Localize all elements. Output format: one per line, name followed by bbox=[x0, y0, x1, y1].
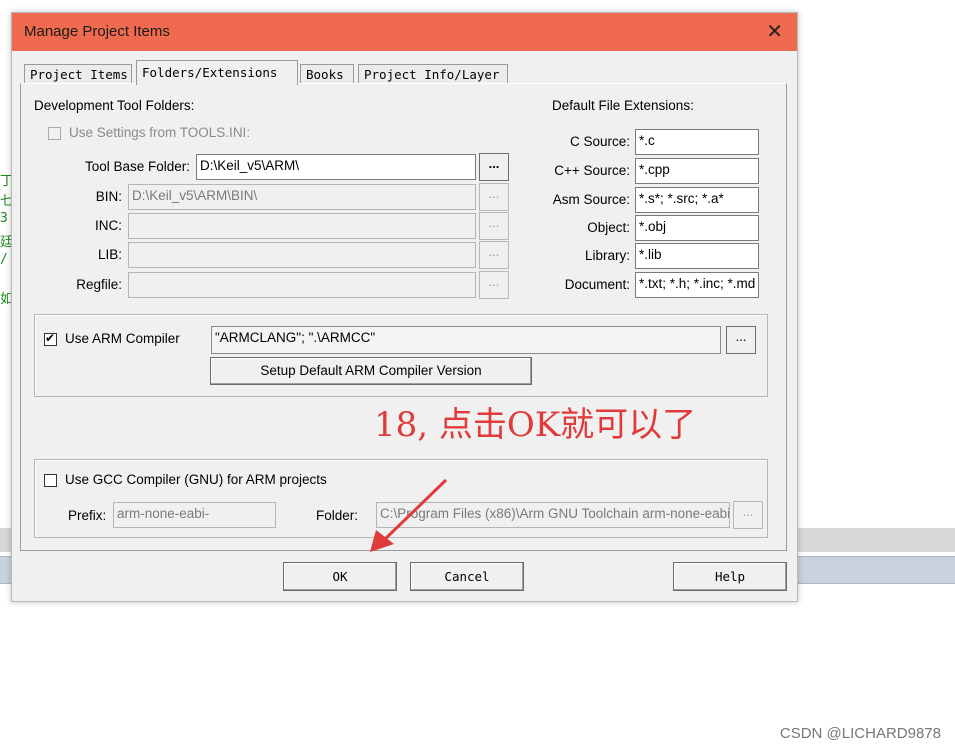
c-source-input[interactable]: *.c bbox=[635, 129, 759, 155]
tab-folders-extensions[interactable]: Folders/Extensions bbox=[136, 60, 298, 85]
use-gcc-compiler-checkbox[interactable] bbox=[44, 474, 57, 487]
annotation-arrow-icon bbox=[370, 478, 448, 552]
lib-label: LIB: bbox=[97, 247, 122, 262]
regfile-input[interactable] bbox=[128, 272, 476, 298]
tab-books[interactable]: Books bbox=[300, 64, 354, 84]
use-arm-compiler-checkbox[interactable]: ✔ bbox=[44, 331, 57, 346]
asm-source-label: Asm Source: bbox=[552, 192, 630, 207]
ok-button[interactable]: OK bbox=[283, 562, 397, 591]
gcc-folder-label: Folder: bbox=[316, 508, 359, 523]
tool-base-browse-button[interactable]: ... bbox=[479, 153, 509, 181]
tab-project-info-layer[interactable]: Project Info/Layer bbox=[358, 64, 508, 84]
object-label: Object: bbox=[587, 220, 630, 235]
bin-label: BIN: bbox=[95, 189, 122, 204]
document-label: Document: bbox=[564, 277, 630, 292]
library-input[interactable]: *.lib bbox=[635, 243, 759, 269]
document-input[interactable]: *.txt; *.h; *.inc; *.md bbox=[635, 272, 759, 298]
background-code-char: / bbox=[0, 252, 8, 267]
use-arm-compiler-label: Use ARM Compiler bbox=[65, 331, 180, 346]
inc-folder-input[interactable] bbox=[128, 213, 476, 239]
inc-label: INC: bbox=[95, 218, 122, 233]
lib-folder-input[interactable] bbox=[128, 242, 476, 268]
use-tools-ini-label: Use Settings from TOOLS.INI: bbox=[69, 125, 251, 140]
use-tools-ini-checkbox[interactable] bbox=[48, 127, 61, 140]
asm-source-input[interactable]: *.s*; *.src; *.a* bbox=[635, 187, 759, 213]
object-input[interactable]: *.obj bbox=[635, 215, 759, 241]
regfile-label: Regfile: bbox=[76, 277, 122, 292]
regfile-browse-button[interactable]: ... bbox=[479, 271, 509, 299]
setup-arm-compiler-button[interactable]: Setup Default ARM Compiler Version bbox=[210, 357, 532, 385]
tool-base-folder-label: Tool Base Folder: bbox=[84, 159, 190, 174]
tab-project-items[interactable]: Project Items bbox=[24, 64, 132, 84]
background-code-char: 3 bbox=[0, 211, 8, 226]
checkmark-icon: ✔ bbox=[45, 331, 56, 345]
cpp-source-label: C++ Source: bbox=[554, 163, 630, 178]
bin-browse-button[interactable]: ... bbox=[479, 183, 509, 211]
dialog-title-bar[interactable]: Manage Project Items ✕ bbox=[12, 13, 797, 51]
help-button[interactable]: Help bbox=[673, 562, 787, 591]
tool-base-folder-input[interactable]: D:\Keil_v5\ARM\ bbox=[196, 154, 476, 180]
lib-browse-button[interactable]: ... bbox=[479, 241, 509, 269]
arm-compiler-input[interactable]: "ARMCLANG"; ".\ARMCC" bbox=[211, 326, 721, 354]
c-source-label: C Source: bbox=[569, 134, 630, 149]
file-extensions-heading: Default File Extensions: bbox=[552, 98, 694, 113]
annotation-text: 18, 点击OK就可以了 bbox=[374, 405, 697, 445]
dev-tool-folders-heading: Development Tool Folders: bbox=[34, 98, 195, 113]
bin-folder-input[interactable]: D:\Keil_v5\ARM\BIN\ bbox=[128, 184, 476, 210]
close-icon[interactable]: ✕ bbox=[766, 19, 783, 44]
library-label: Library: bbox=[584, 248, 630, 263]
arm-compiler-browse-button[interactable]: ... bbox=[726, 326, 756, 354]
cpp-source-input[interactable]: *.cpp bbox=[635, 158, 759, 184]
use-gcc-compiler-label: Use GCC Compiler (GNU) for ARM projects bbox=[65, 472, 327, 487]
cancel-button[interactable]: Cancel bbox=[410, 562, 524, 591]
gcc-folder-browse-button[interactable]: ... bbox=[733, 501, 763, 529]
gcc-prefix-input[interactable]: arm-none-eabi- bbox=[113, 502, 276, 528]
watermark: CSDN @LICHARD9878 bbox=[779, 725, 941, 742]
dialog-title: Manage Project Items bbox=[24, 23, 170, 40]
gcc-prefix-label: Prefix: bbox=[68, 508, 107, 523]
inc-browse-button[interactable]: ... bbox=[479, 212, 509, 240]
